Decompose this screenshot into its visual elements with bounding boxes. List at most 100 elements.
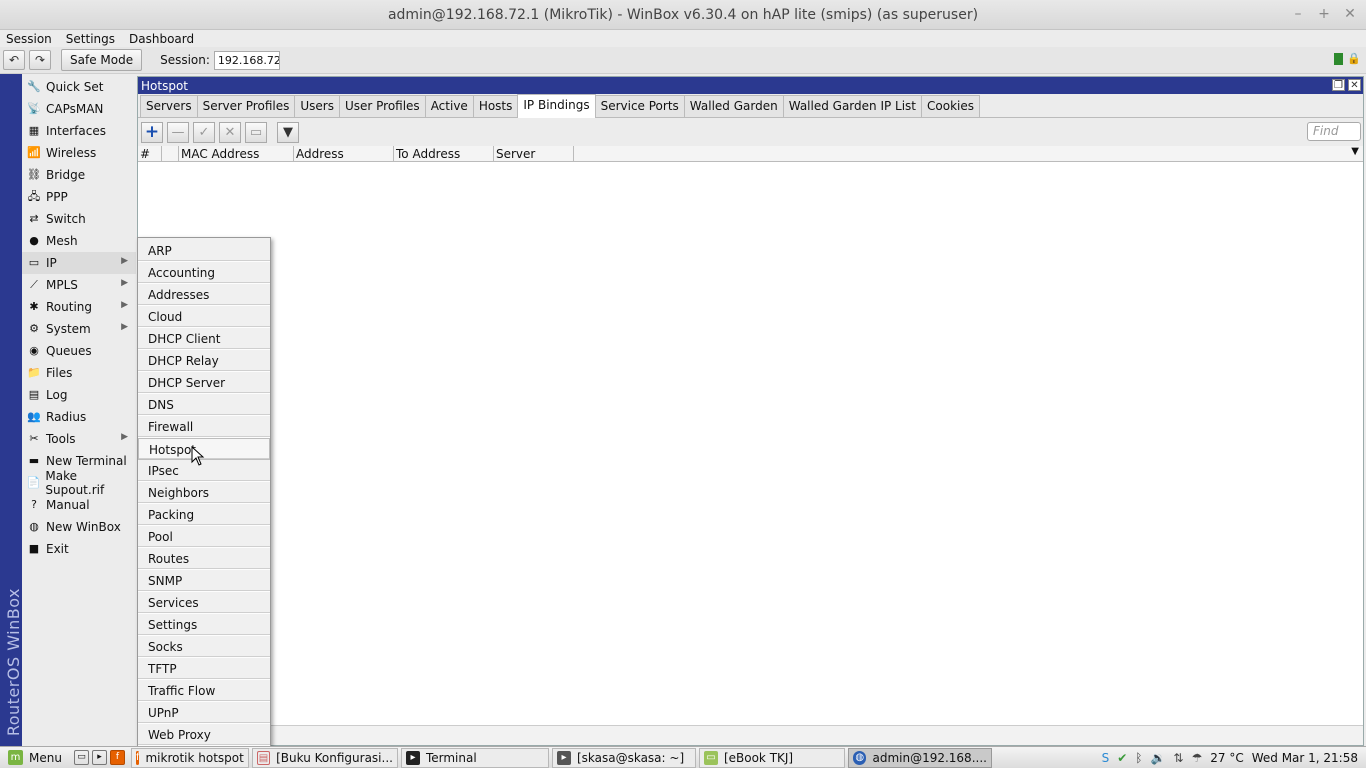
- show-desktop-icon[interactable]: ▭: [73, 750, 89, 765]
- sidemenu-item-mpls[interactable]: ⟋ MPLS ▶: [22, 274, 136, 296]
- mint-logo-icon: m: [8, 750, 23, 765]
- task-firefox[interactable]: f mikrotik hotspot ...: [130, 747, 249, 768]
- ip-submenu-item[interactable]: DHCP Relay: [138, 350, 270, 372]
- sidemenu-item-quick-set[interactable]: 🔧 Quick Set: [22, 76, 136, 98]
- tab-active[interactable]: Active: [424, 95, 474, 117]
- comment-icon[interactable]: ▭: [245, 121, 267, 143]
- close-button[interactable]: ✕: [1344, 6, 1356, 22]
- column-number[interactable]: #: [138, 146, 162, 161]
- sidemenu-label: New Terminal: [46, 454, 127, 468]
- ip-submenu-item[interactable]: UPnP: [138, 702, 270, 724]
- ip-submenu-item[interactable]: Settings: [138, 614, 270, 636]
- ip-submenu-item[interactable]: Services: [138, 592, 270, 614]
- firefox-launch-icon[interactable]: f: [109, 750, 125, 765]
- connection-status-icon: [1334, 53, 1343, 65]
- sidemenu-item-exit[interactable]: ■ Exit: [22, 538, 136, 560]
- sidemenu-item-manual[interactable]: ? Manual: [22, 494, 136, 516]
- sidemenu-item-make-supout[interactable]: 📄 Make Supout.rif: [22, 469, 136, 497]
- tab-ip-bindings[interactable]: IP Bindings: [517, 94, 596, 118]
- column-address[interactable]: Address: [294, 146, 394, 161]
- restore-icon[interactable]: ❐: [1332, 79, 1345, 91]
- sidemenu-item-radius[interactable]: 👥 Radius: [22, 406, 136, 428]
- sidemenu-item-files[interactable]: 📁 Files: [22, 362, 136, 384]
- tab-hosts[interactable]: Hosts: [472, 95, 519, 117]
- tab-user-profiles[interactable]: User Profiles: [338, 95, 426, 117]
- sidemenu-item-bridge[interactable]: ⛓ Bridge: [22, 164, 136, 186]
- sidemenu-item-ppp[interactable]: 🖧 PPP: [22, 186, 136, 208]
- tab-users[interactable]: Users: [294, 95, 340, 117]
- tab-cookies[interactable]: Cookies: [921, 95, 980, 117]
- task-buku-konfigurasi[interactable]: ▤ [Buku Konfigurasi...: [251, 747, 398, 768]
- ip-submenu-item[interactable]: DNS: [138, 394, 270, 416]
- session-field[interactable]: 192.168.72.1: [213, 50, 280, 70]
- redo-button[interactable]: ↷: [29, 50, 51, 70]
- ip-submenu-item[interactable]: Neighbors: [138, 482, 270, 504]
- skype-icon[interactable]: S: [1102, 751, 1110, 765]
- network-icon[interactable]: ⇅: [1173, 751, 1183, 765]
- ip-submenu-item[interactable]: Traffic Flow: [138, 680, 270, 702]
- add-icon[interactable]: +: [141, 121, 163, 143]
- ip-submenu-item[interactable]: Firewall: [138, 416, 270, 438]
- ip-submenu-item[interactable]: ARP: [138, 240, 270, 262]
- sidemenu-item-switch[interactable]: ⇄ Switch: [22, 208, 136, 230]
- ip-submenu-item[interactable]: DHCP Server: [138, 372, 270, 394]
- ip-submenu-item[interactable]: Pool: [138, 526, 270, 548]
- safe-mode-button[interactable]: Safe Mode: [61, 49, 143, 71]
- sidemenu-item-mesh[interactable]: ● Mesh: [22, 230, 136, 252]
- column-server[interactable]: Server: [494, 146, 574, 161]
- ip-submenu-item[interactable]: Packing: [138, 504, 270, 526]
- ip-submenu-item[interactable]: Cloud: [138, 306, 270, 328]
- ip-submenu-item[interactable]: Accounting: [138, 262, 270, 284]
- task-winbox[interactable]: ◍ admin@192.168....: [847, 747, 992, 768]
- volume-icon[interactable]: 🔉: [1150, 751, 1165, 765]
- sidemenu-item-ip[interactable]: ▭ IP ▶: [22, 252, 136, 274]
- task-terminal[interactable]: ▸ Terminal: [400, 747, 549, 768]
- tab-service-ports[interactable]: Service Ports: [594, 95, 685, 117]
- tab-walled-garden-ip-list[interactable]: Walled Garden IP List: [782, 95, 923, 117]
- terminal-launch-icon[interactable]: ▸: [91, 750, 107, 765]
- find-input[interactable]: Find: [1307, 122, 1361, 141]
- ip-submenu-item[interactable]: Socks: [138, 636, 270, 658]
- filter-icon[interactable]: ▼: [277, 121, 299, 143]
- menu-settings[interactable]: Settings: [66, 32, 115, 46]
- ip-submenu-item[interactable]: Addresses: [138, 284, 270, 306]
- menu-dashboard[interactable]: Dashboard: [129, 32, 194, 46]
- ip-submenu-item[interactable]: Web Proxy: [138, 724, 270, 746]
- clock[interactable]: Wed Mar 1, 21:58: [1252, 751, 1358, 765]
- close-icon[interactable]: ✕: [1348, 79, 1361, 91]
- sidemenu-item-new-winbox[interactable]: ◍ New WinBox: [22, 516, 136, 538]
- sidemenu-item-interfaces[interactable]: ▦ Interfaces: [22, 120, 136, 142]
- wireless-icon: 📶: [27, 146, 41, 159]
- task-ebook-tkj[interactable]: ▭ [eBook TKJ]: [698, 747, 845, 768]
- ip-submenu-item[interactable]: TFTP: [138, 658, 270, 680]
- sidemenu-item-queues[interactable]: ◉ Queues: [22, 340, 136, 362]
- column-flags[interactable]: [162, 146, 179, 161]
- column-to-address[interactable]: To Address: [394, 146, 494, 161]
- column-chooser-icon[interactable]: ▼: [1351, 146, 1359, 157]
- sidemenu-item-system[interactable]: ⚙ System ▶: [22, 318, 136, 340]
- maximize-button[interactable]: +: [1318, 6, 1330, 22]
- sidemenu-item-tools[interactable]: ✂ Tools ▶: [22, 428, 136, 450]
- column-mac-address[interactable]: MAC Address: [179, 146, 294, 161]
- task-skasa-terminal[interactable]: ▸ [skasa@skasa: ~]: [551, 747, 696, 768]
- sidemenu-item-capsman[interactable]: 📡 CAPsMAN: [22, 98, 136, 120]
- minimize-button[interactable]: –: [1292, 6, 1304, 22]
- tab-walled-garden[interactable]: Walled Garden: [683, 95, 784, 117]
- sidemenu-item-log[interactable]: ▤ Log: [22, 384, 136, 406]
- ip-submenu-item[interactable]: Routes: [138, 548, 270, 570]
- bluetooth-icon[interactable]: ᛒ: [1135, 751, 1142, 765]
- tab-server-profiles[interactable]: Server Profiles: [196, 95, 296, 117]
- remove-icon[interactable]: —: [167, 121, 189, 143]
- menu-session[interactable]: Session: [6, 32, 52, 46]
- ip-submenu-item[interactable]: DHCP Client: [138, 328, 270, 350]
- ip-submenu-item[interactable]: SNMP: [138, 570, 270, 592]
- shield-icon[interactable]: ✔: [1117, 751, 1127, 765]
- undo-button[interactable]: ↶: [3, 50, 25, 70]
- mouse-cursor-icon: [191, 446, 205, 466]
- tab-servers[interactable]: Servers: [140, 95, 198, 117]
- disable-icon[interactable]: ✕: [219, 121, 241, 143]
- sidemenu-item-routing[interactable]: ✱ Routing ▶: [22, 296, 136, 318]
- start-menu-button[interactable]: m Menu: [0, 747, 68, 768]
- enable-icon[interactable]: ✓: [193, 121, 215, 143]
- sidemenu-item-wireless[interactable]: 📶 Wireless: [22, 142, 136, 164]
